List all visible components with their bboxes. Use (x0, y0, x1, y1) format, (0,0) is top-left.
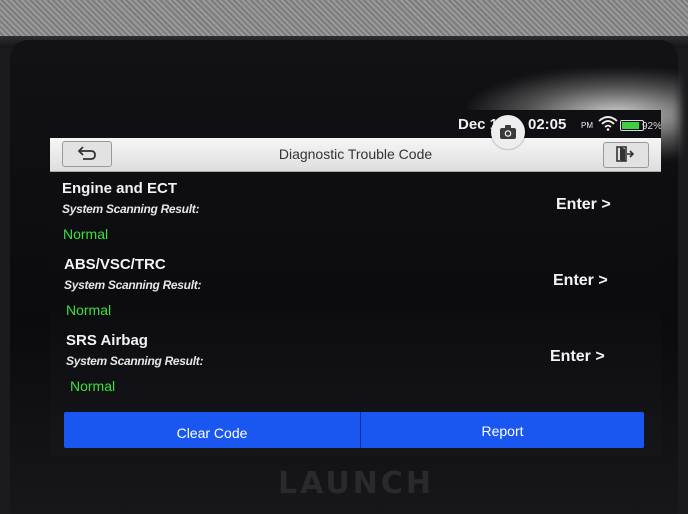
battery-icon (620, 120, 644, 131)
battery-percent: 92% (642, 121, 661, 132)
exit-door-icon (616, 146, 634, 162)
camera-icon[interactable] (491, 115, 525, 149)
battery-fill (622, 122, 640, 129)
system-name: ABS/VSC/TRC (64, 256, 166, 273)
enter-button-engine[interactable]: Enter > (556, 196, 611, 214)
result-label: System Scanning Result: (62, 202, 200, 216)
camera-glyph (500, 125, 516, 139)
report-button[interactable]: Report (361, 412, 644, 448)
status-time: 02:05 (528, 116, 567, 133)
status-bar: Dec 1 02:05 PM 92% (50, 110, 661, 138)
action-bar: Clear Code Report (64, 412, 644, 448)
enter-button-srs[interactable]: Enter > (550, 348, 605, 366)
clear-code-button[interactable]: Clear Code (64, 412, 361, 448)
page-title: Diagnostic Trouble Code (278, 146, 433, 162)
wifi-icon (598, 116, 618, 131)
system-item-engine: Engine and ECT System Scanning Result: N… (50, 172, 661, 248)
exit-button[interactable] (603, 142, 649, 168)
result-value: Normal (66, 302, 112, 318)
result-label: System Scanning Result: (64, 278, 202, 292)
enter-button-abs[interactable]: Enter > (553, 272, 608, 290)
device-screen: Dec 1 02:05 PM 92% Diagnostic Trouble Co… (50, 110, 661, 455)
system-item-abs: ABS/VSC/TRC System Scanning Result: Norm… (50, 248, 661, 324)
result-value: Normal (70, 378, 116, 394)
status-ampm: PM (581, 121, 593, 130)
system-name: SRS Airbag (66, 332, 148, 349)
title-bar: Diagnostic Trouble Code (50, 138, 661, 172)
brand-logo: LAUNCH (277, 466, 434, 501)
result-label: System Scanning Result: (66, 354, 204, 368)
system-name: Engine and ECT (62, 180, 178, 197)
result-value: Normal (63, 226, 109, 242)
system-item-srs: SRS Airbag System Scanning Result: Norma… (50, 324, 661, 400)
